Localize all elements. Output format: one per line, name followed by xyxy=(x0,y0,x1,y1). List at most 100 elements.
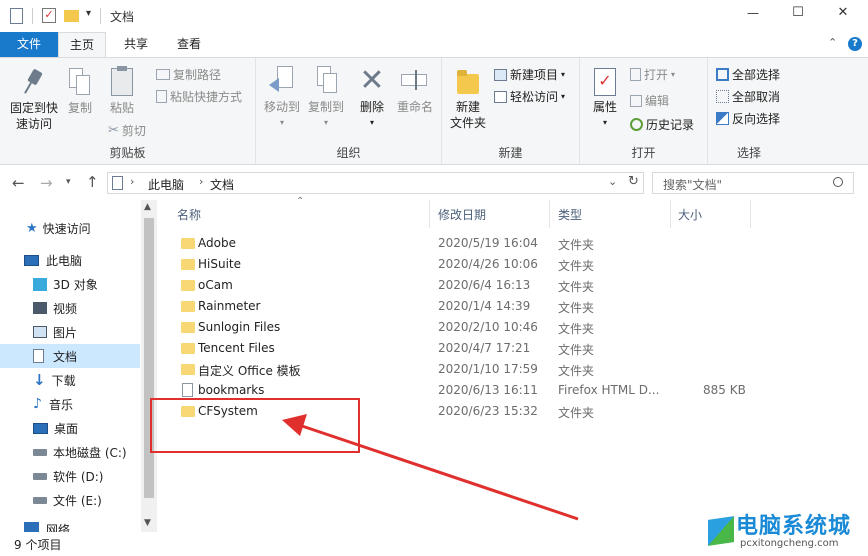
nav-this-pc[interactable]: 此电脑 xyxy=(0,248,140,272)
tab-share[interactable]: 共享 xyxy=(112,32,160,57)
nav-drive-e[interactable]: 文件 (E:) xyxy=(0,488,140,512)
paste-shortcut-label: 粘贴快捷方式 xyxy=(170,90,243,104)
breadcrumb-this-pc[interactable]: 此电脑 xyxy=(148,176,184,193)
rename-button[interactable]: 重命名 xyxy=(392,64,438,115)
file-row-office-templates[interactable]: 自定义 Office 模板 2020/1/10 17:59 文件夹 xyxy=(173,359,763,380)
nav-documents[interactable]: 文档 xyxy=(0,344,140,368)
scroll-down-icon[interactable]: ▼ xyxy=(144,518,151,528)
properties-quick-icon[interactable]: ✓ xyxy=(42,8,56,23)
quick-access-dropdown-icon[interactable]: ▾ xyxy=(86,8,91,19)
address-dropdown-icon[interactable]: ⌄ xyxy=(608,175,617,188)
maximize-button[interactable]: ☐ xyxy=(783,5,813,20)
address-bar[interactable]: › 此电脑 › 文档 ⌄ ↻ xyxy=(107,172,644,194)
refresh-icon[interactable]: ↻ xyxy=(628,174,639,189)
tab-view[interactable]: 查看 xyxy=(165,32,213,57)
nav-desktop[interactable]: 桌面 xyxy=(0,416,140,440)
select-all-label: 全部选择 xyxy=(732,68,781,82)
close-button[interactable]: ✕ xyxy=(828,5,858,20)
select-none-button[interactable]: 全部取消 xyxy=(716,88,780,105)
nav-pictures[interactable]: 图片 xyxy=(0,320,140,344)
file-type: 文件夹 xyxy=(558,364,595,378)
nav-label: 视频 xyxy=(53,301,78,316)
properties-button[interactable]: ✓ 属性 ▾ xyxy=(586,64,624,131)
file-row-ocam[interactable]: oCam 2020/6/4 16:13 文件夹 xyxy=(173,275,763,296)
column-header-name[interactable]: 名称 xyxy=(160,200,430,228)
nav-drive-d[interactable]: 软件 (D:) xyxy=(0,464,140,488)
select-group: 全部选择 全部取消 反向选择 选择 xyxy=(708,58,790,164)
breadcrumb-documents[interactable]: 文档 xyxy=(210,176,234,193)
file-row-bookmarks[interactable]: bookmarks 2020/6/13 16:11 Firefox HTML D… xyxy=(173,380,763,401)
star-icon: ★ xyxy=(26,220,38,236)
new-item-button[interactable]: 新建项目 ▾ xyxy=(494,66,565,83)
minimize-button[interactable]: — xyxy=(738,6,768,20)
title-bar: ✓ ▾ 文档 — ☐ ✕ xyxy=(0,0,868,32)
history-button[interactable]: 历史记录 xyxy=(630,116,694,133)
open-group-label: 打开 xyxy=(631,146,656,160)
new-folder-button[interactable]: 新建 文件夹 xyxy=(446,64,490,131)
watermark-logo-icon xyxy=(708,516,734,546)
nav-videos[interactable]: 视频 xyxy=(0,296,140,320)
file-row-hisuite[interactable]: HiSuite 2020/4/26 10:06 文件夹 xyxy=(173,254,763,275)
download-icon: ↓ xyxy=(33,371,46,389)
folder-icon xyxy=(181,343,195,354)
nav-quick-access[interactable]: ★ 快速访问 xyxy=(0,216,140,240)
move-to-dropdown-icon: ▾ xyxy=(279,118,284,127)
file-row-cfsystem[interactable]: CFSystem 2020/6/23 15:32 文件夹 xyxy=(173,401,763,422)
nav-downloads[interactable]: ↓ 下载 xyxy=(0,368,140,392)
collapse-ribbon-icon[interactable]: ⌃ xyxy=(828,36,837,49)
cut-button[interactable]: ✂ 剪切 xyxy=(108,122,146,139)
ribbon-tabs: 文件 主页 共享 查看 ⌃ ? xyxy=(0,32,868,58)
file-date: 2020/1/4 14:39 xyxy=(438,299,531,313)
file-row-sunlogin[interactable]: Sunlogin Files 2020/2/10 10:46 文件夹 xyxy=(173,317,763,338)
invert-selection-button[interactable]: 反向选择 xyxy=(716,110,780,127)
file-row-adobe[interactable]: Adobe 2020/5/19 16:04 文件夹 xyxy=(173,233,763,254)
properties-dropdown-icon: ▾ xyxy=(602,118,607,127)
copy-button[interactable]: 复制 xyxy=(62,64,98,116)
file-date: 2020/2/10 10:46 xyxy=(438,320,538,334)
help-icon[interactable]: ? xyxy=(848,37,862,51)
open-icon xyxy=(630,68,641,81)
nav-drive-c[interactable]: 本地磁盘 (C:) xyxy=(0,440,140,464)
edit-button[interactable]: 编辑 xyxy=(630,92,669,109)
open-dropdown-icon: ▾ xyxy=(671,70,676,79)
select-all-button[interactable]: 全部选择 xyxy=(716,66,780,83)
delete-label: 删除 xyxy=(359,100,384,114)
nav-scrollbar[interactable]: ▲ ▼ xyxy=(141,200,157,532)
tab-file[interactable]: 文件 xyxy=(0,32,58,57)
paste-shortcut-button[interactable]: 粘贴快捷方式 xyxy=(156,88,242,105)
column-header-date[interactable]: 修改日期 xyxy=(430,200,550,228)
search-box[interactable]: 搜索"文档" xyxy=(652,172,854,194)
up-icon[interactable]: ↑ xyxy=(86,173,99,191)
paste-button[interactable]: 粘贴 xyxy=(102,64,142,116)
file-row-tencent[interactable]: Tencent Files 2020/4/7 17:21 文件夹 xyxy=(173,338,763,359)
column-date-label: 修改日期 xyxy=(438,207,487,222)
history-icon xyxy=(630,118,643,131)
delete-button[interactable]: ✕ 删除 ▾ xyxy=(354,64,390,131)
recent-dropdown-icon[interactable]: ▾ xyxy=(66,177,71,187)
open-button[interactable]: 打开 ▾ xyxy=(630,66,675,83)
scroll-up-icon[interactable]: ▲ xyxy=(144,202,151,212)
file-row-rainmeter[interactable]: Rainmeter 2020/1/4 14:39 文件夹 xyxy=(173,296,763,317)
column-header-type[interactable]: 类型 xyxy=(550,200,671,228)
move-to-button[interactable]: 移动到 ▾ xyxy=(260,64,304,131)
nav-music[interactable]: ♪ 音乐 xyxy=(0,392,140,416)
navigation-pane: ★ 快速访问 此电脑 3D 对象 视频 图片 文档 ↓ 下载 ♪ 音乐 桌面 本… xyxy=(0,200,157,532)
back-icon[interactable]: ← xyxy=(12,174,25,192)
search-input[interactable]: 搜索"文档" xyxy=(663,176,722,193)
copy-to-label: 复制到 xyxy=(307,100,344,114)
file-date: 2020/6/4 16:13 xyxy=(438,278,531,292)
nav-3d-objects[interactable]: 3D 对象 xyxy=(0,272,140,296)
nav-network[interactable]: 网络 xyxy=(0,519,140,532)
scroll-thumb[interactable] xyxy=(144,218,154,498)
file-type: 文件夹 xyxy=(558,280,595,294)
easy-access-button[interactable]: 轻松访问 ▾ xyxy=(494,88,565,105)
copy-to-button[interactable]: 复制到 ▾ xyxy=(304,64,348,131)
pin-quick-access-button[interactable]: 固定到快 速访问 xyxy=(4,64,64,132)
forward-icon[interactable]: → xyxy=(40,174,53,192)
new-folder-quick-icon[interactable] xyxy=(64,10,79,22)
tab-home[interactable]: 主页 xyxy=(58,32,106,58)
file-name: Sunlogin Files xyxy=(198,320,281,334)
column-header-size[interactable]: 大小 xyxy=(671,200,751,228)
copy-path-button[interactable]: 复制路径 xyxy=(156,66,221,83)
file-type: 文件夹 xyxy=(558,322,595,336)
